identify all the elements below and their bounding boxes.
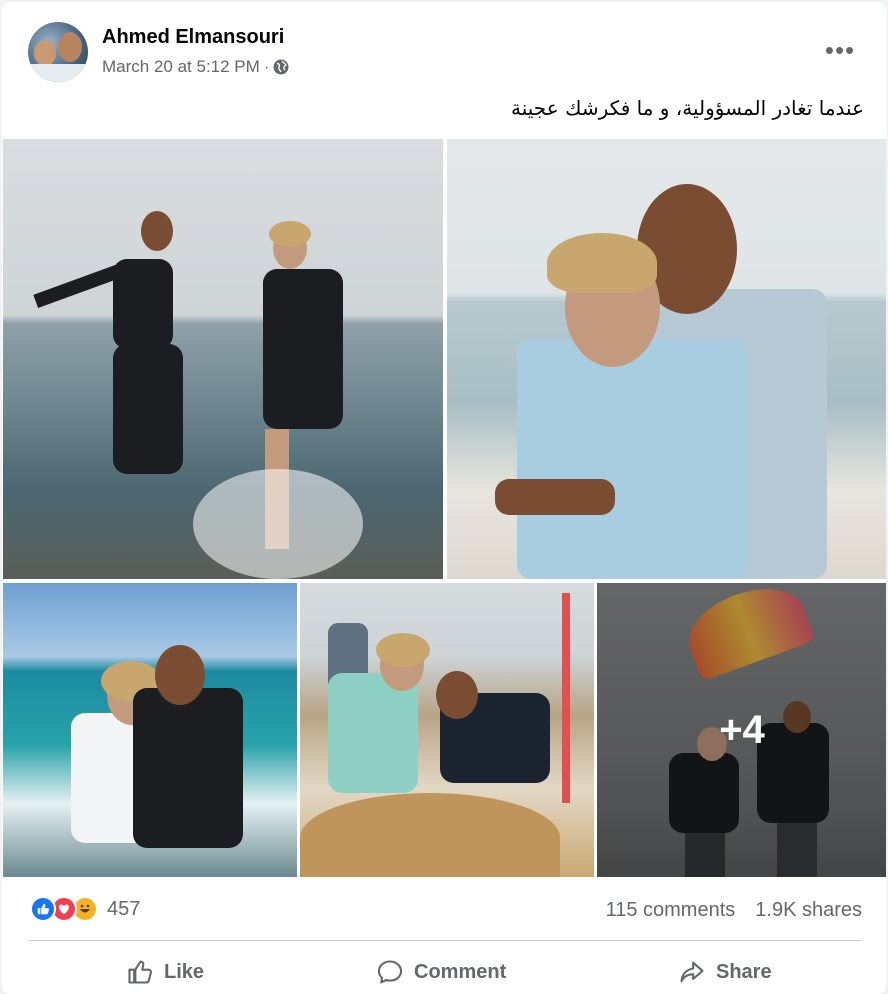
more-options-button[interactable]: •••: [822, 32, 858, 68]
shares-count[interactable]: 1.9K shares: [755, 899, 862, 922]
post-card: Ahmed Elmansouri March 20 at 5:12 PM · •…: [2, 2, 886, 994]
share-arrow-icon: [680, 961, 704, 983]
post-photo-1[interactable]: [3, 139, 443, 579]
share-button-label: Share: [716, 960, 772, 983]
reaction-count: 457: [107, 897, 141, 920]
post-photo-3[interactable]: [3, 583, 297, 877]
post-timestamp[interactable]: March 20 at 5:12 PM: [102, 57, 260, 77]
post-photo-4[interactable]: [300, 583, 594, 877]
more-photos-overlay[interactable]: +4: [597, 583, 886, 877]
comment-button-label: Comment: [414, 960, 507, 983]
comment-bubble-icon: [377, 960, 403, 984]
like-button[interactable]: Like: [126, 952, 204, 992]
comments-count[interactable]: 115 comments: [606, 899, 736, 922]
share-button[interactable]: Share: [678, 952, 772, 992]
post-meta: March 20 at 5:12 PM ·: [102, 57, 289, 77]
like-button-label: Like: [164, 960, 205, 983]
author-avatar[interactable]: [28, 22, 88, 82]
more-horizontal-icon: •••: [824, 35, 856, 65]
engagement-counts: 115 comments 1.9K shares: [606, 899, 862, 922]
like-reaction-icon: [30, 896, 56, 922]
post-photo-2[interactable]: [447, 139, 886, 579]
meta-separator: ·: [263, 57, 270, 76]
globe-icon[interactable]: [273, 59, 289, 75]
post-photo-5[interactable]: +4: [597, 583, 886, 877]
comment-button[interactable]: Comment: [376, 952, 506, 992]
actions-divider: [28, 940, 862, 941]
author-name[interactable]: Ahmed Elmansouri: [102, 26, 284, 49]
post-text: عندما تغادر المسؤولية، و ما فكرشك عجينة: [511, 96, 864, 120]
thumbs-up-icon: [128, 960, 152, 984]
reactions-summary[interactable]: 457: [30, 896, 140, 922]
